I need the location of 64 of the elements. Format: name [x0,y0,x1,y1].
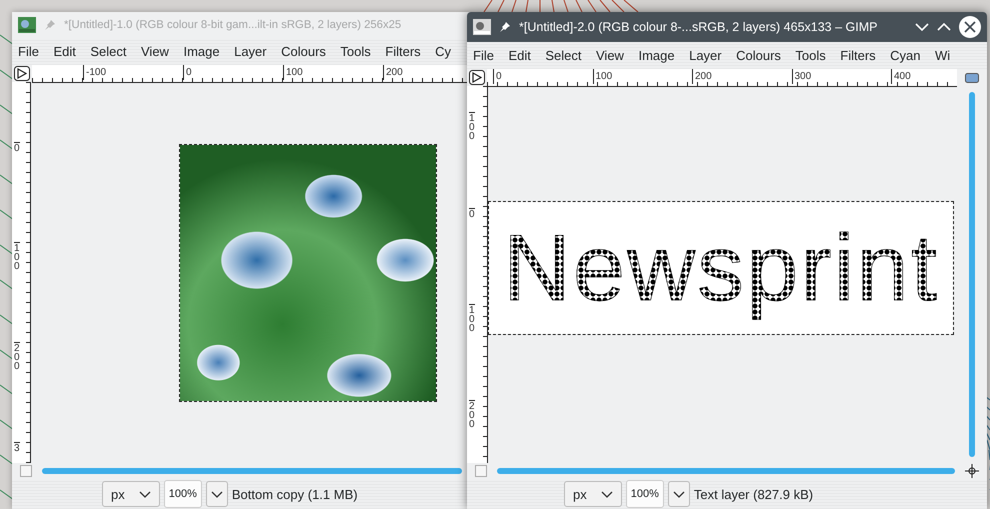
menu-item[interactable]: Cy [435,44,452,59]
unit-dropdown[interactable]: px [564,481,622,507]
status-text: Bottom copy (1.1 MB) [232,486,358,502]
ruler-label: 100 [14,242,20,271]
ruler-label: 0 [469,208,475,219]
close-icon[interactable] [959,16,981,38]
menu-item[interactable]: Select [545,48,582,63]
minimize-icon[interactable] [915,22,929,32]
menu-item[interactable]: View [596,48,624,63]
horizontal-scrollbar[interactable] [42,468,462,474]
ruler-label: 100 [469,304,475,333]
maximize-icon[interactable] [937,22,951,32]
menu-item[interactable]: Tools [795,48,826,63]
menu-item[interactable]: Colours [281,44,326,59]
menu-item[interactable]: Edit [508,48,531,63]
ruler-label: 0 [14,142,20,153]
zoom-field[interactable]: 100% [164,480,202,508]
menu-item[interactable]: Layer [234,44,267,59]
app-icon [473,19,491,35]
menu-item[interactable]: Wi [935,48,950,63]
menu-item[interactable]: Layer [689,48,722,63]
menu-item[interactable]: Filters [840,48,876,63]
ruler-label: 0 [183,64,192,80]
ruler-label: 400 [891,68,911,84]
menu-item[interactable]: View [141,44,169,59]
menu-item[interactable]: File [473,48,494,63]
ruler-label: 200 [383,64,403,80]
ruler-label: 200 [692,68,712,84]
zoom-dropdown-button[interactable] [206,481,228,507]
caret-icon [138,490,151,498]
caret-icon [672,490,685,498]
vertical-scrollbar[interactable] [969,92,975,457]
play-triangle-button[interactable] [469,70,485,85]
ruler-label: -100 [83,64,106,80]
play-triangle-button[interactable] [14,66,30,81]
crosshair-icon[interactable] [965,464,979,478]
caret-icon [210,490,223,498]
menu-item[interactable]: Image [183,44,220,59]
ruler-label: 200 [14,342,20,371]
ruler-label: 300 [792,68,812,84]
zoom-field[interactable]: 100% [626,480,664,508]
menu-item[interactable]: Select [90,44,126,59]
caret-icon [600,490,613,498]
menu-item[interactable]: Colours [736,48,781,63]
menu-item[interactable]: Cyan [890,48,921,63]
menu-item[interactable]: File [18,44,39,59]
ruler-label: 3 [14,442,20,453]
window-title: *[Untitled]-1.0 (RGB colour 8-bit gam...ilt-in sRGB, 2 layers) 256x25 [64,19,402,31]
ruler-label: 200 [469,400,475,429]
window-title: *[Untitled]-2.0 (RGB colour 8-...sRGB, 2 layers) 465x133 – GIMP [519,20,878,34]
status-text: Text layer (827.9 kB) [694,486,814,502]
unit-dropdown[interactable]: px [102,481,160,507]
menu-item[interactable]: Filters [385,44,421,59]
menu-item[interactable]: Edit [53,44,76,59]
ruler-label: 0 [493,68,502,84]
menu-item[interactable]: Tools [340,44,371,59]
app-icon [18,17,36,33]
ruler-label: 100 [592,68,612,84]
ruler-label: 100 [469,112,475,141]
horizontal-scrollbar[interactable] [497,468,955,474]
ruler-label: 100 [283,64,303,80]
pin-icon[interactable] [499,21,511,33]
zoom-dropdown-button[interactable] [668,481,690,507]
menu-item[interactable]: Image [638,48,675,63]
